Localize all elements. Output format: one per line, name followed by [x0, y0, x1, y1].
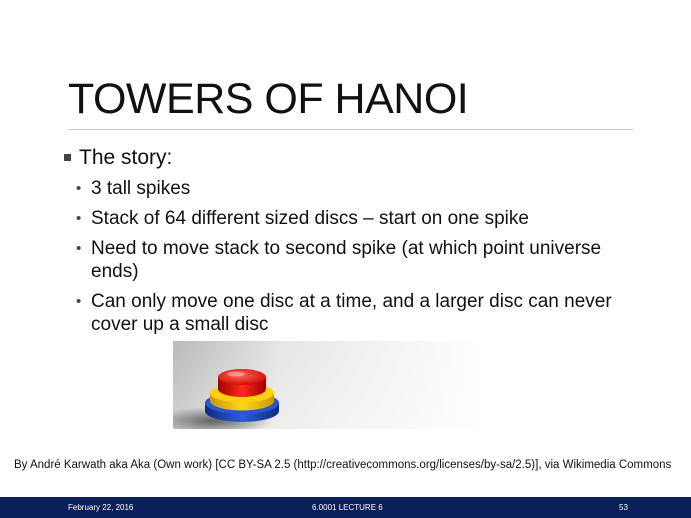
dot-bullet-icon: • [76, 210, 82, 227]
footer-bar: February 22, 2016 6.0001 LECTURE 6 53 [0, 497, 691, 518]
dot-bullet-icon: • [76, 180, 82, 197]
sub-bullet-text: Can only move one disc at a time, and a … [91, 291, 612, 335]
sub-bullet: • 3 tall spikes [64, 177, 624, 200]
footer-course: 6.0001 LECTURE 6 [312, 503, 383, 512]
heading-text: The story: [79, 146, 173, 169]
sub-bullet-text: 3 tall spikes [91, 178, 191, 199]
dot-bullet-icon: • [76, 293, 82, 310]
title-divider [68, 129, 633, 130]
page-number: 53 [619, 503, 628, 512]
footer-date: February 22, 2016 [68, 503, 134, 512]
sub-bullet-text: Stack of 64 different sized discs – star… [91, 208, 529, 229]
sub-bullet: • Need to move stack to second spike (at… [64, 237, 624, 283]
sub-bullet-text: Need to move stack to second spike (at w… [91, 238, 602, 282]
square-bullet-icon [64, 154, 71, 161]
stacked-discs-image [173, 341, 482, 429]
sub-bullet: • Stack of 64 different sized discs – st… [64, 207, 624, 230]
slide: TOWERS OF HANOI The story: • 3 tall spik… [0, 0, 691, 518]
bullet-heading: The story: [64, 144, 624, 171]
image-credit: By André Karwath aka Aka (Own work) [CC … [14, 459, 672, 471]
bullet-list: The story: • 3 tall spikes • Stack of 64… [64, 144, 624, 336]
stacked-discs-icon [173, 341, 482, 429]
sub-bullet: • Can only move one disc at a time, and … [64, 290, 624, 336]
dot-bullet-icon: • [76, 240, 82, 257]
slide-title: TOWERS OF HANOI [68, 75, 469, 123]
